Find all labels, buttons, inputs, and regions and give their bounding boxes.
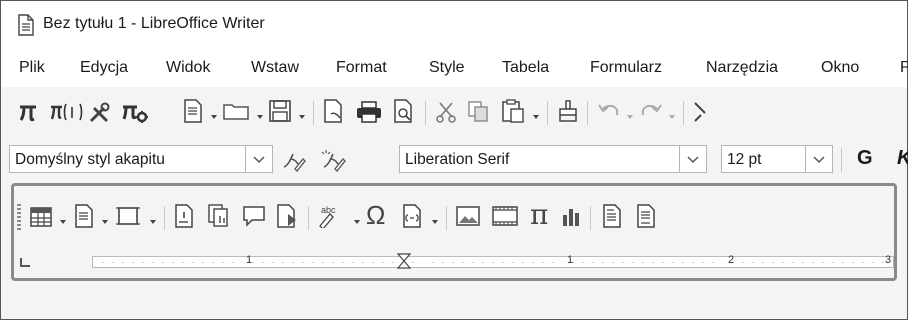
separator	[590, 206, 591, 230]
chevron-down-icon[interactable]	[352, 214, 362, 224]
formula-icon[interactable]: π	[530, 198, 548, 231]
undo-icon[interactable]	[597, 101, 621, 123]
menu-pomoc-partial[interactable]: P	[900, 59, 908, 77]
chevron-down-icon[interactable]	[531, 109, 541, 119]
chevron-down-icon[interactable]	[148, 214, 158, 224]
font-size-combo[interactable]: 12 pt	[721, 145, 833, 173]
media-icon[interactable]	[492, 206, 518, 226]
header-icon[interactable]	[602, 204, 622, 228]
menu-bar: Plik Edycja Widok Wstaw Format Style Tab…	[1, 49, 908, 87]
find-replace-icon[interactable]	[693, 101, 707, 123]
chevron-down-icon[interactable]	[297, 109, 307, 119]
update-style-icon[interactable]	[281, 149, 307, 173]
standard-toolbar	[1, 87, 907, 139]
new-document-icon[interactable]	[183, 99, 203, 123]
ruler-label: 1	[567, 254, 574, 266]
menu-widok[interactable]: Widok	[166, 59, 210, 77]
separator	[425, 101, 426, 125]
menu-format[interactable]: Format	[336, 59, 387, 77]
menu-edycja[interactable]: Edycja	[80, 59, 128, 77]
paste-icon[interactable]	[501, 99, 525, 123]
app-window: Bez tytułu 1 - LibreOffice Writer Plik E…	[0, 0, 908, 320]
separator	[164, 206, 165, 230]
chevron-down-icon[interactable]	[430, 214, 440, 224]
footnote-icon[interactable]	[174, 204, 194, 228]
ruler-label: 3	[885, 254, 892, 266]
horizontal-ruler[interactable]: 1 1 2 3	[14, 252, 894, 272]
copy-icon[interactable]	[467, 100, 489, 122]
print-preview-icon[interactable]	[393, 99, 415, 123]
chevron-down-icon[interactable]	[245, 146, 272, 172]
menu-formularz[interactable]: Formularz	[590, 59, 662, 77]
tools-icon[interactable]	[87, 101, 111, 125]
italic-button[interactable]: K	[897, 147, 908, 170]
cross-reference-icon[interactable]	[208, 204, 232, 228]
menu-style[interactable]: Style	[429, 59, 465, 77]
separator	[446, 206, 447, 230]
title-bar: Bez tytułu 1 - LibreOffice Writer	[1, 1, 907, 49]
toolbar-grip-handle[interactable]	[17, 204, 21, 232]
image-icon[interactable]	[456, 205, 480, 227]
menu-wstaw[interactable]: Wstaw	[251, 59, 299, 77]
paragraph-style-combo[interactable]: Domyślny styl akapitu	[9, 145, 273, 173]
chevron-down-icon[interactable]	[625, 109, 635, 119]
insert-toolbar: abc Ω π 1 1 2 3	[11, 183, 897, 281]
ruler-label: 1	[246, 254, 253, 266]
chart-icon[interactable]	[562, 205, 584, 227]
clone-formatting-icon[interactable]	[557, 99, 579, 123]
chevron-down-icon[interactable]	[100, 214, 110, 224]
formula-field-icon[interactable]	[49, 101, 83, 123]
print-icon[interactable]	[356, 101, 382, 123]
tab-stop-selector[interactable]	[20, 258, 30, 267]
ruler-label: 2	[728, 254, 735, 266]
font-size-value: 12 pt	[727, 151, 762, 168]
chevron-down-icon[interactable]	[209, 109, 219, 119]
footer-icon[interactable]	[636, 204, 656, 228]
menu-okno[interactable]: Okno	[821, 59, 859, 77]
field-icon[interactable]	[402, 204, 424, 228]
chevron-down-icon[interactable]	[255, 109, 265, 119]
separator	[547, 101, 548, 125]
comment-icon[interactable]	[242, 205, 266, 227]
bold-button[interactable]: G	[857, 147, 873, 170]
menu-narzedzia[interactable]: Narzędzia	[706, 59, 778, 77]
export-pdf-icon[interactable]	[323, 99, 345, 123]
open-folder-icon[interactable]	[223, 101, 251, 121]
redo-icon[interactable]	[639, 101, 663, 123]
paragraph-style-value: Domyślny styl akapitu	[15, 151, 165, 168]
writer-document-icon	[17, 14, 35, 36]
pi-icon[interactable]	[17, 101, 39, 123]
separator	[313, 101, 314, 125]
chevron-down-icon[interactable]	[805, 146, 832, 172]
separator	[841, 148, 842, 172]
chevron-down-icon[interactable]	[679, 146, 706, 172]
special-character-icon[interactable]: Ω	[366, 200, 385, 231]
page-break-icon[interactable]	[74, 204, 94, 228]
font-name-value: Liberation Serif	[405, 151, 510, 168]
spelling-icon[interactable]: abc	[318, 204, 348, 228]
separator	[587, 101, 588, 125]
ruler-scale	[92, 256, 894, 268]
indent-marker-icon[interactable]	[397, 253, 411, 269]
cut-icon[interactable]	[435, 101, 457, 123]
menu-tabela[interactable]: Tabela	[502, 59, 549, 77]
chevron-down-icon[interactable]	[667, 109, 677, 119]
track-changes-icon[interactable]	[276, 204, 300, 228]
save-icon[interactable]	[269, 100, 291, 122]
frame-icon[interactable]	[116, 205, 140, 227]
new-style-icon[interactable]	[319, 147, 347, 173]
table-icon[interactable]	[30, 206, 52, 228]
window-title: Bez tytułu 1 - LibreOffice Writer	[43, 15, 265, 32]
font-name-combo[interactable]: Liberation Serif	[399, 145, 707, 173]
math-formula-icon[interactable]	[121, 101, 149, 125]
spelling-glyph: abc	[321, 205, 336, 215]
separator	[683, 101, 684, 125]
menu-plik[interactable]: Plik	[19, 59, 45, 77]
separator	[308, 206, 309, 230]
formatting-toolbar: Domyślny styl akapitu Liberation Serif 1…	[1, 139, 908, 181]
chevron-down-icon[interactable]	[58, 214, 68, 224]
